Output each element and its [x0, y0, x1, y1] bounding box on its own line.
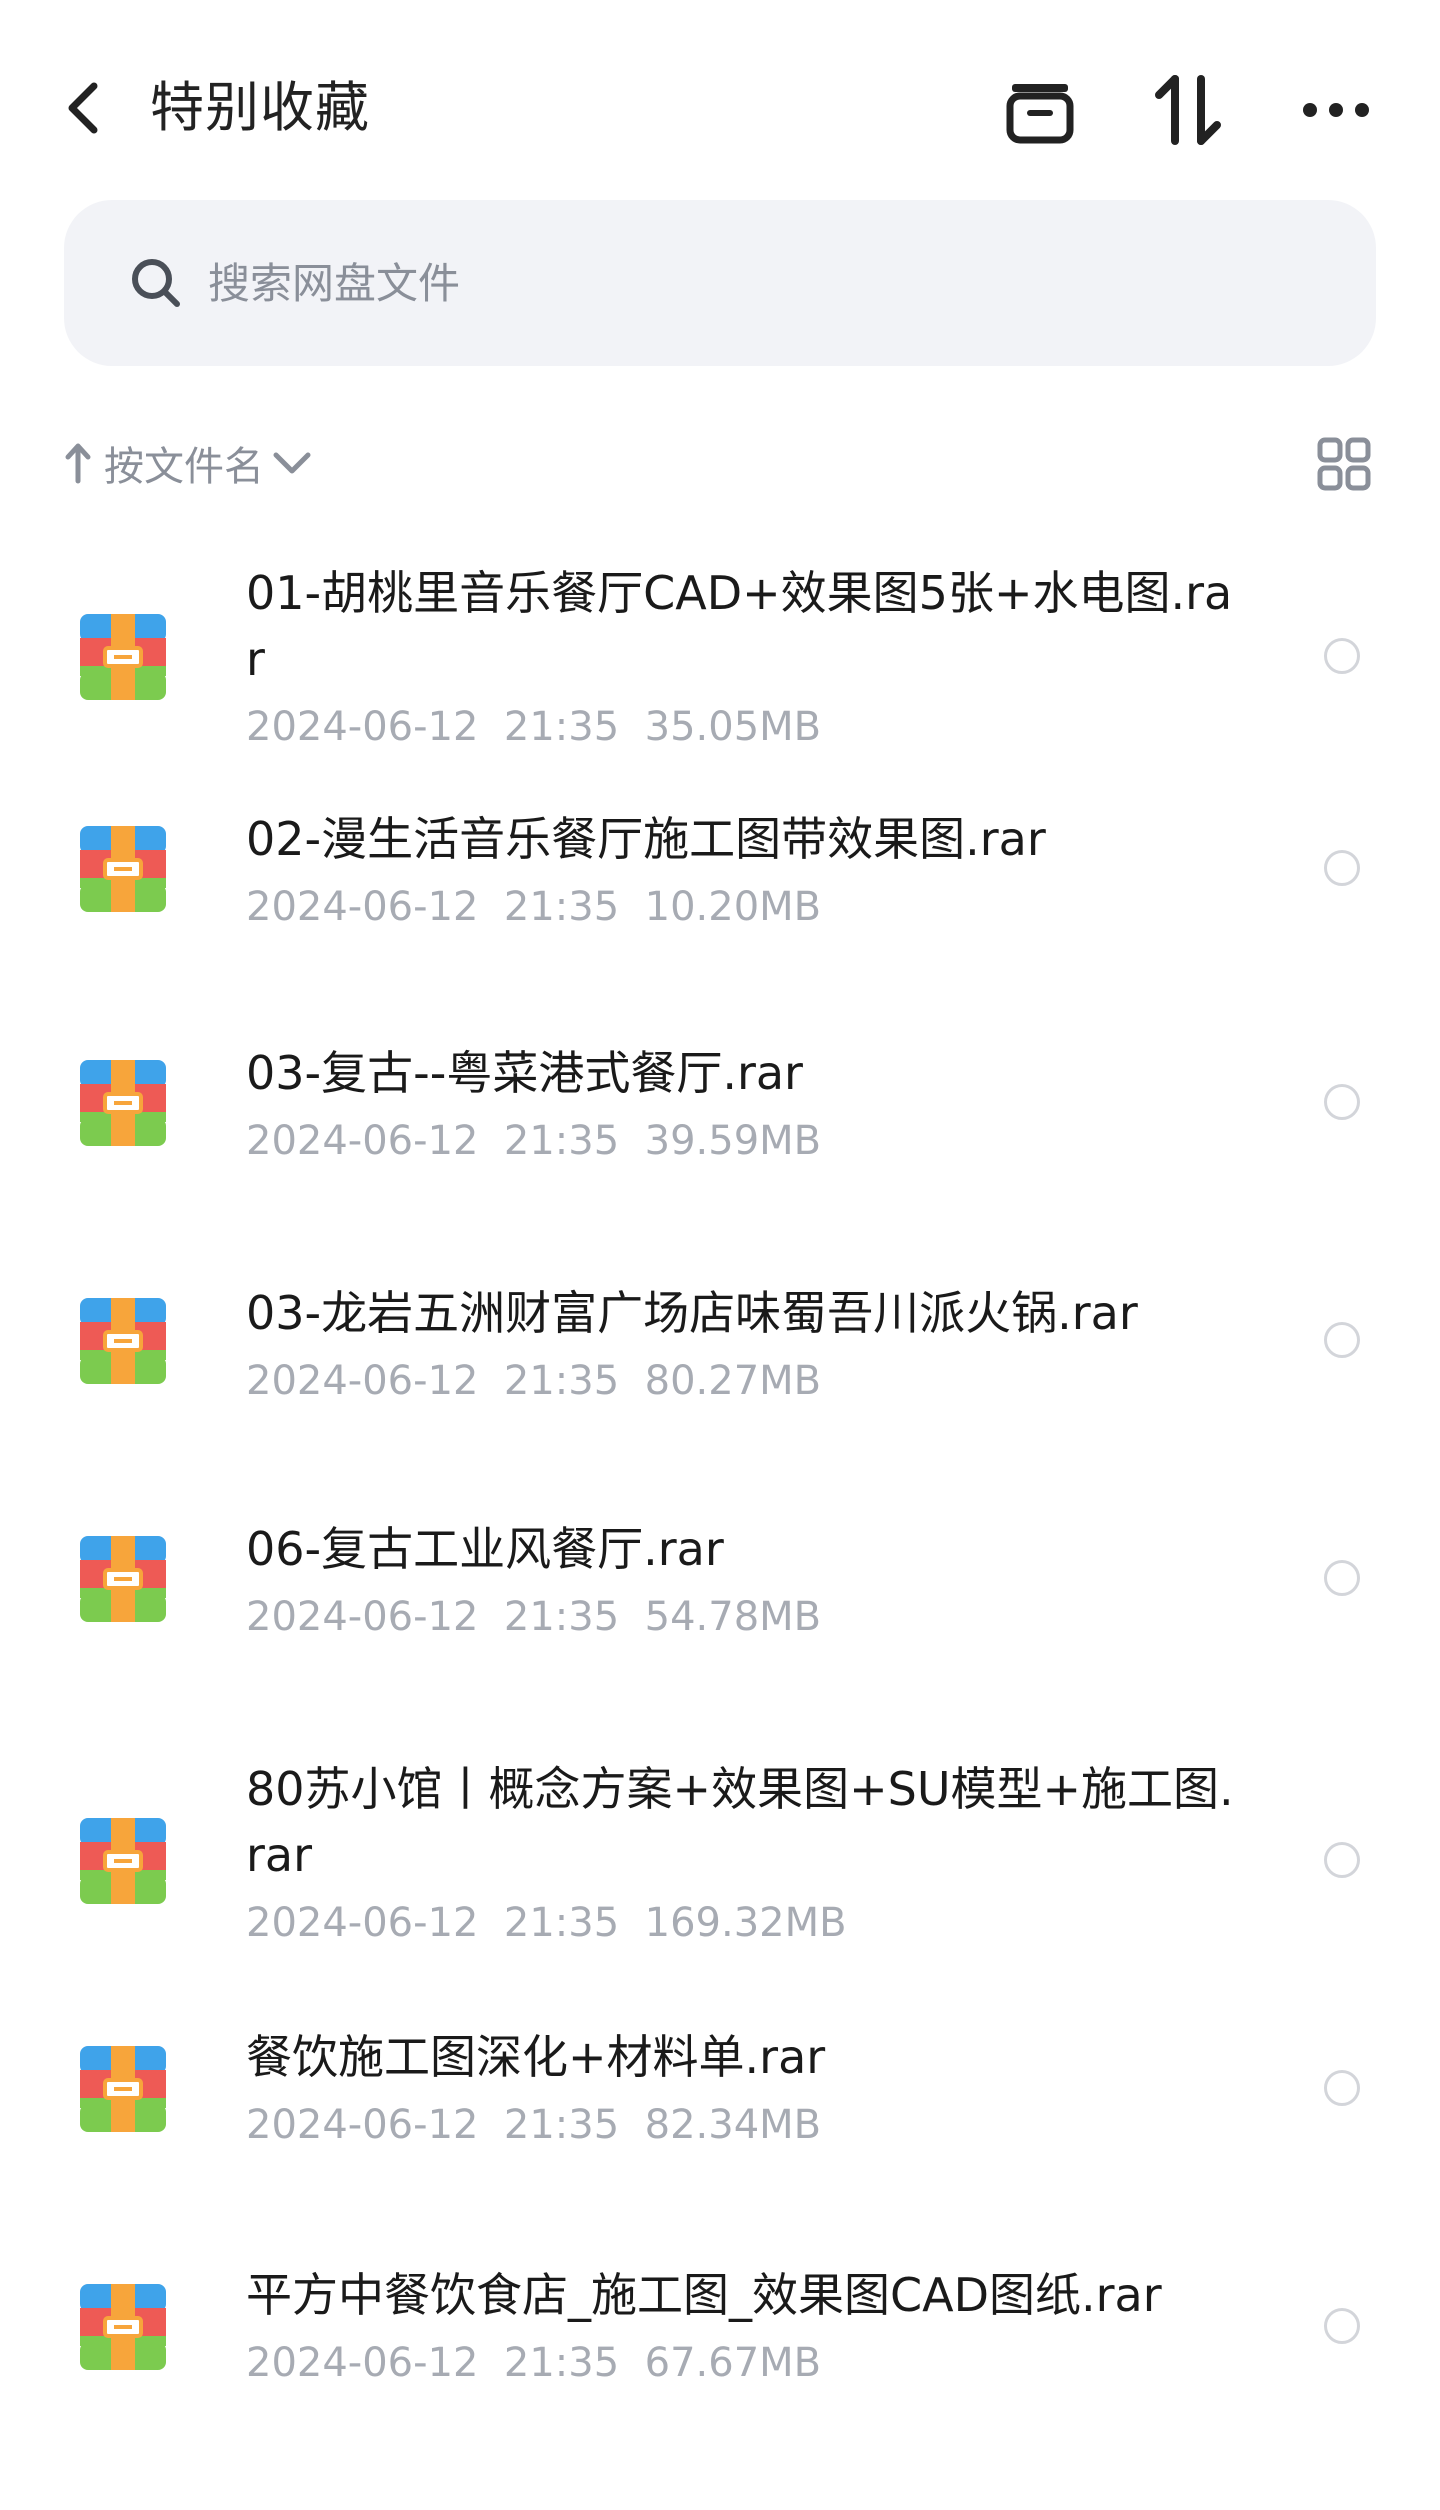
- search-icon: [128, 255, 184, 311]
- rar-archive-icon: [78, 1816, 168, 1906]
- file-date: 2024-06-12: [246, 1358, 479, 1404]
- rar-archive-icon: [78, 1296, 168, 1386]
- file-name: 餐饮施工图深化+材料单.rar: [246, 2030, 826, 2084]
- top-bar: 特别收藏: [0, 0, 1440, 210]
- file-row[interactable]: 03-龙岩五洲财富广场店味蜀吾川派火锅.rar 2024-06-12 21:35 …: [0, 1248, 1440, 1486]
- file-size: 39.59MB: [644, 1118, 822, 1164]
- file-time: 21:35: [503, 2102, 620, 2148]
- file-size: 80.27MB: [644, 1358, 822, 1404]
- file-time: 21:35: [503, 2340, 620, 2386]
- file-text: 02-漫生活音乐餐厅施工图带效果图.rar 2024-06-12 21:35 10…: [246, 806, 1246, 936]
- file-size: 35.05MB: [644, 704, 822, 750]
- sort-by-name-toggle[interactable]: 按文件名: [64, 428, 312, 498]
- sort-button[interactable]: [1148, 70, 1228, 150]
- file-name: 03-龙岩五洲财富广场店味蜀吾川派火锅.rar: [246, 1286, 1138, 1340]
- rar-archive-icon: [78, 1058, 168, 1148]
- more-button[interactable]: [1296, 70, 1376, 150]
- file-date: 2024-06-12: [246, 2340, 479, 2386]
- more-dots-icon: [1303, 103, 1369, 117]
- back-button[interactable]: [56, 76, 112, 140]
- archive-box-icon: [1006, 84, 1074, 144]
- file-size: 82.34MB: [644, 2102, 822, 2148]
- file-date: 2024-06-12: [246, 1118, 479, 1164]
- file-text: 06-复古工业风餐厅.rar 2024-06-12 21:35 54.78MB: [246, 1516, 1246, 1646]
- grid-view-icon: [1317, 437, 1371, 491]
- file-time: 21:35: [503, 1118, 620, 1164]
- grid-view-button[interactable]: [1312, 432, 1376, 496]
- search-bar[interactable]: [64, 200, 1376, 366]
- rar-archive-icon: [78, 2282, 168, 2372]
- file-name: 03-复古--粤菜港式餐厅.rar: [246, 1046, 803, 1100]
- file-text: 餐饮施工图深化+材料单.rar 2024-06-12 21:35 82.34MB: [246, 2024, 1246, 2154]
- file-name: 01-胡桃里音乐餐厅CAD+效果图5张+水电图.rar: [246, 566, 1233, 686]
- file-date: 2024-06-12: [246, 884, 479, 930]
- file-size: 169.32MB: [644, 1900, 847, 1946]
- sort-label: 按文件名: [104, 444, 264, 490]
- file-time: 21:35: [503, 704, 620, 750]
- file-size: 10.20MB: [644, 884, 822, 930]
- file-meta: 2024-06-12 21:35 80.27MB: [246, 1352, 1246, 1410]
- file-row[interactable]: 80苏小馆丨概念方案+效果图+SU模型+施工图.rar 2024-06-12 21…: [0, 1724, 1440, 1994]
- select-checkbox[interactable]: [1324, 850, 1360, 886]
- file-meta: 2024-06-12 21:35 39.59MB: [246, 1112, 1246, 1170]
- file-date: 2024-06-12: [246, 704, 479, 750]
- file-size: 54.78MB: [644, 1594, 822, 1640]
- chevron-down-icon: [273, 452, 311, 474]
- select-checkbox[interactable]: [1324, 1322, 1360, 1358]
- sort-arrows-icon: [1155, 75, 1221, 145]
- file-text: 03-复古--粤菜港式餐厅.rar 2024-06-12 21:35 39.59M…: [246, 1040, 1246, 1170]
- file-row[interactable]: 06-复古工业风餐厅.rar 2024-06-12 21:35 54.78MB: [0, 1486, 1440, 1724]
- file-meta: 2024-06-12 21:35 67.67MB: [246, 2334, 1246, 2392]
- file-name: 02-漫生活音乐餐厅施工图带效果图.rar: [246, 812, 1046, 866]
- file-meta: 2024-06-12 21:35 10.20MB: [246, 878, 1246, 936]
- select-checkbox[interactable]: [1324, 1084, 1360, 1120]
- file-time: 21:35: [503, 1358, 620, 1404]
- file-row[interactable]: 02-漫生活音乐餐厅施工图带效果图.rar 2024-06-12 21:35 10…: [0, 774, 1440, 1010]
- file-meta: 2024-06-12 21:35 82.34MB: [246, 2096, 1246, 2154]
- file-row[interactable]: 03-复古--粤菜港式餐厅.rar 2024-06-12 21:35 39.59M…: [0, 1010, 1440, 1248]
- file-meta: 2024-06-12 21:35 169.32MB: [246, 1894, 1246, 1952]
- rar-archive-icon: [78, 2044, 168, 2134]
- page-title: 特别收藏: [150, 76, 370, 139]
- select-checkbox[interactable]: [1324, 2070, 1360, 2106]
- arrow-up-icon: [65, 443, 91, 484]
- select-checkbox[interactable]: [1324, 1560, 1360, 1596]
- select-checkbox[interactable]: [1324, 2308, 1360, 2344]
- sort-bar: 按文件名: [64, 428, 1376, 498]
- chevron-left-icon: [68, 82, 98, 134]
- file-text: 01-胡桃里音乐餐厅CAD+效果图5张+水电图.rar 2024-06-12 21…: [246, 560, 1246, 756]
- file-text: 平方中餐饮食店_施工图_效果图CAD图纸.rar 2024-06-12 21:35…: [246, 2262, 1246, 2392]
- file-date: 2024-06-12: [246, 1900, 479, 1946]
- file-row[interactable]: 平方中餐饮食店_施工图_效果图CAD图纸.rar 2024-06-12 21:35…: [0, 2232, 1440, 2470]
- file-row[interactable]: 01-胡桃里音乐餐厅CAD+效果图5张+水电图.rar 2024-06-12 21…: [0, 520, 1440, 774]
- file-size: 67.67MB: [644, 2340, 822, 2386]
- search-input[interactable]: [206, 257, 1210, 309]
- archive-button[interactable]: [1000, 70, 1080, 150]
- file-time: 21:35: [503, 884, 620, 930]
- file-row[interactable]: 餐饮施工图深化+材料单.rar 2024-06-12 21:35 82.34MB: [0, 1994, 1440, 2232]
- select-checkbox[interactable]: [1324, 1842, 1360, 1878]
- file-time: 21:35: [503, 1594, 620, 1640]
- select-checkbox[interactable]: [1324, 638, 1360, 674]
- file-name: 平方中餐饮食店_施工图_效果图CAD图纸.rar: [246, 2268, 1162, 2322]
- file-name: 06-复古工业风餐厅.rar: [246, 1522, 724, 1576]
- rar-archive-icon: [78, 612, 168, 702]
- file-meta: 2024-06-12 21:35 54.78MB: [246, 1588, 1246, 1646]
- rar-archive-icon: [78, 824, 168, 914]
- file-date: 2024-06-12: [246, 1594, 479, 1640]
- rar-archive-icon: [78, 1534, 168, 1624]
- file-meta: 2024-06-12 21:35 35.05MB: [246, 698, 1246, 756]
- file-text: 80苏小馆丨概念方案+效果图+SU模型+施工图.rar 2024-06-12 21…: [246, 1756, 1246, 1952]
- file-name: 80苏小馆丨概念方案+效果图+SU模型+施工图.rar: [246, 1762, 1234, 1882]
- file-text: 03-龙岩五洲财富广场店味蜀吾川派火锅.rar 2024-06-12 21:35 …: [246, 1280, 1246, 1410]
- file-list: 01-胡桃里音乐餐厅CAD+效果图5张+水电图.rar 2024-06-12 21…: [0, 520, 1440, 2470]
- file-time: 21:35: [503, 1900, 620, 1946]
- file-date: 2024-06-12: [246, 2102, 479, 2148]
